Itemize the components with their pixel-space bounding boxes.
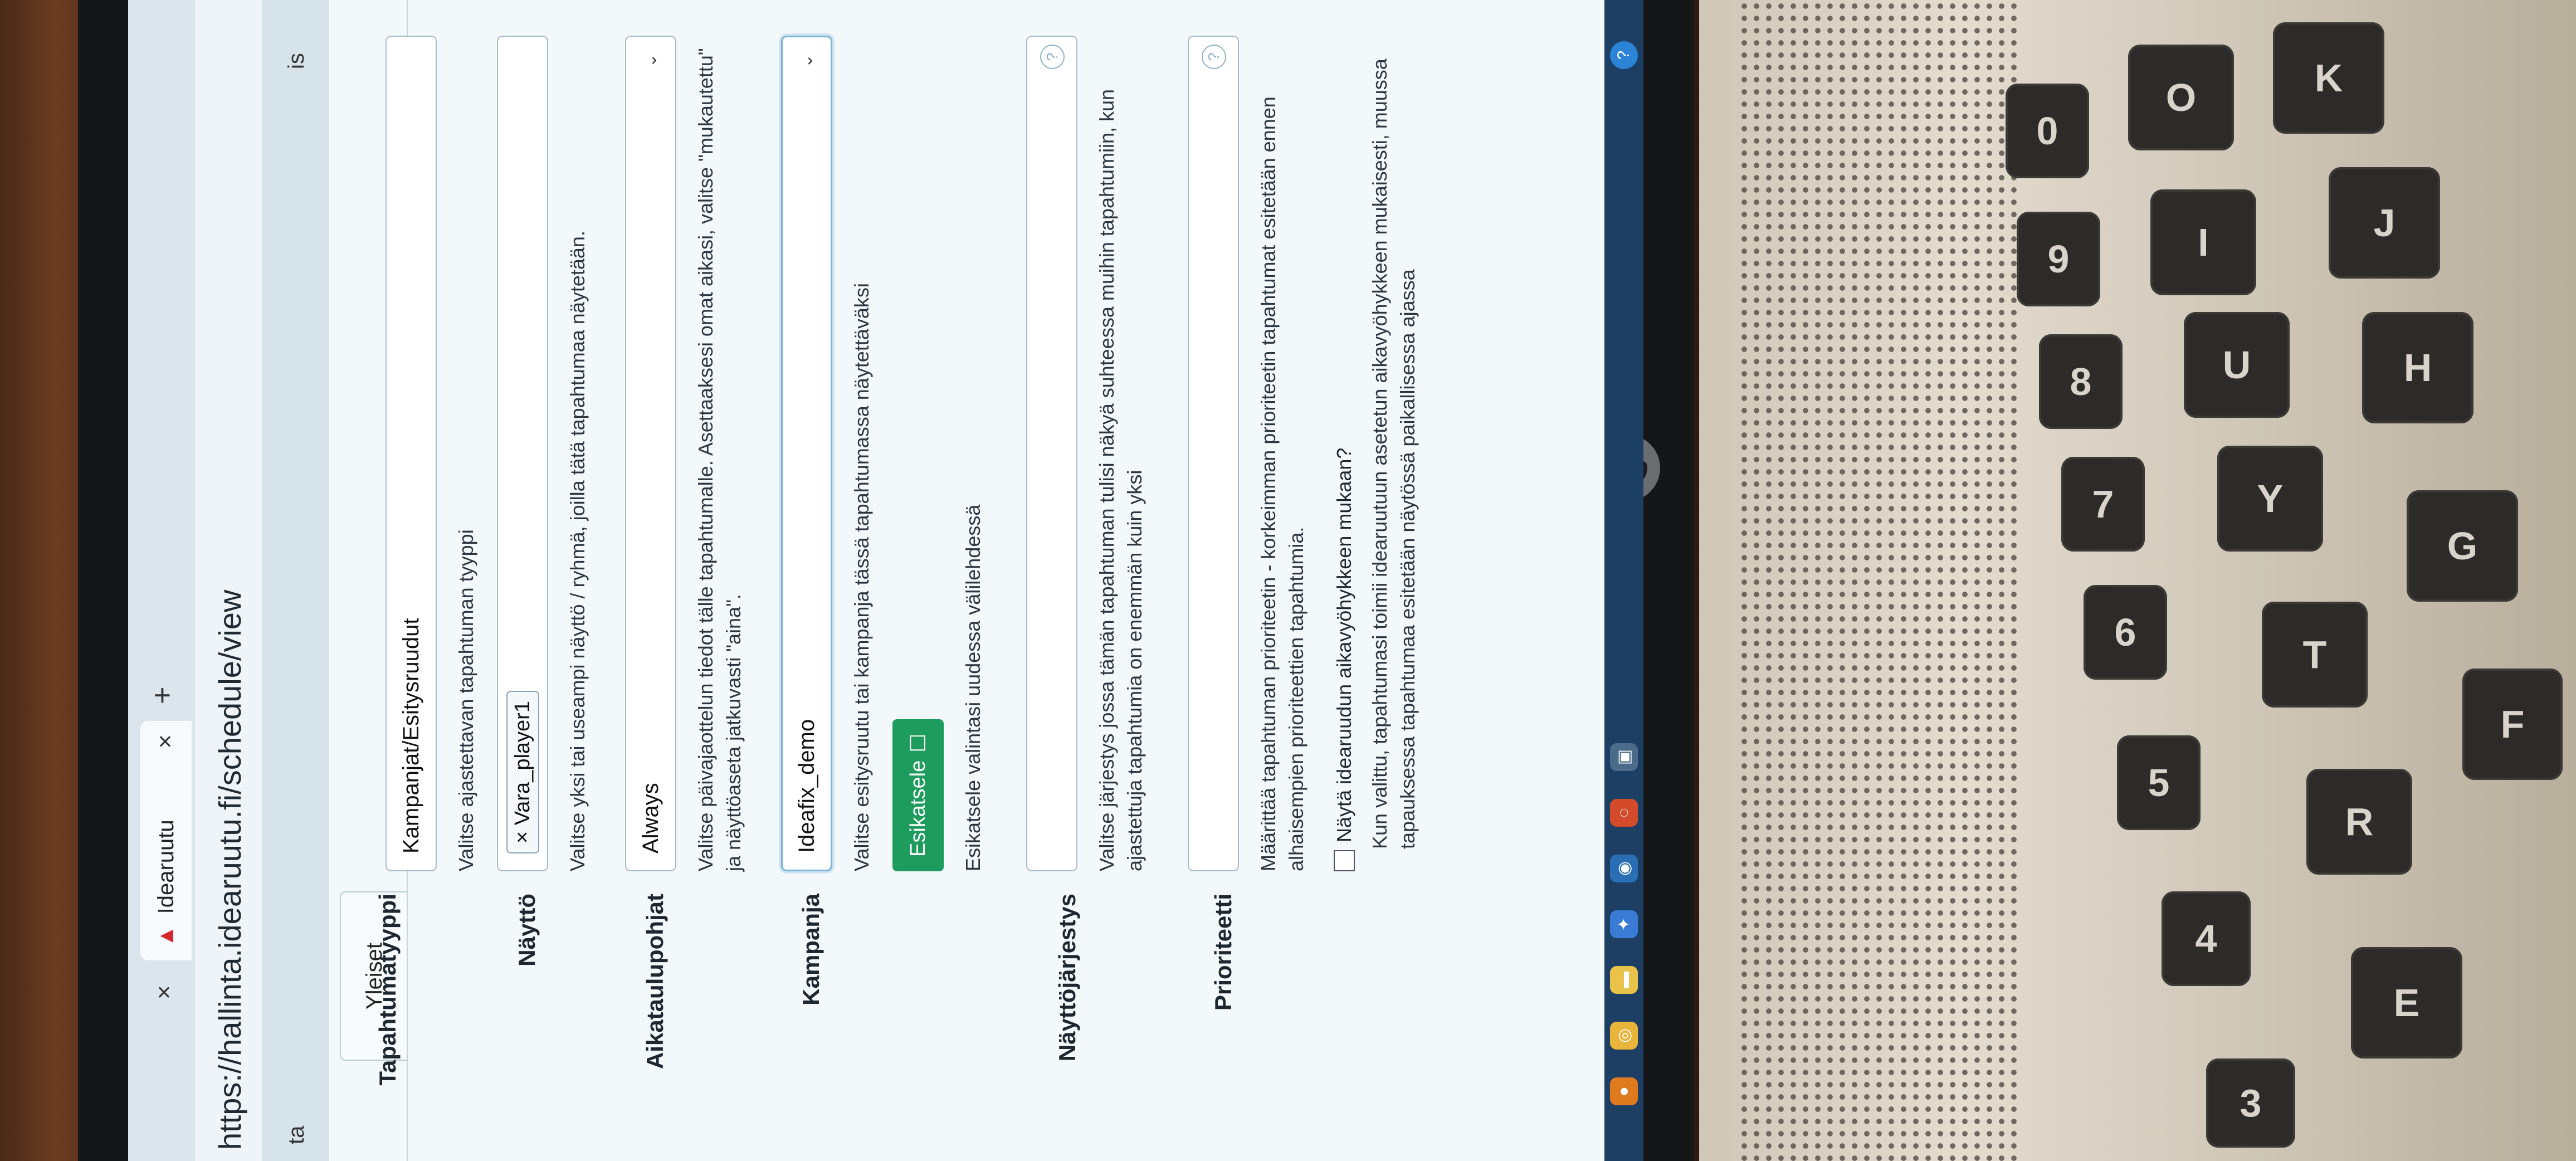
taskbar: ● ◎ ▬ ✦ ◉ ◌ ▣ ? [1604, 0, 1643, 1161]
sidebar: is ta [262, 0, 329, 1161]
schedule-template-value: Always [638, 783, 663, 853]
campaign-select[interactable]: Ideafix_demo ⌄ [781, 36, 832, 871]
keyboard-key[interactable]: 3 [2206, 1058, 2295, 1148]
browser-tab-bar: × ▲ Idearuutu × + [128, 0, 195, 1161]
event-type-label: Tapahtumatyyppi [374, 894, 401, 1086]
display-chip[interactable]: × Vara_player1 [506, 691, 539, 853]
help-icon[interactable]: ? [1202, 45, 1226, 69]
ubuntu-icon[interactable]: ◌ [1610, 799, 1638, 827]
event-type-value: Kampanjat/Esitysruudut [398, 618, 423, 853]
help-icon[interactable]: ? [1610, 41, 1638, 69]
display-label: Näyttö [514, 894, 540, 967]
keyboard-key[interactable]: J [2329, 167, 2440, 279]
display-order-label: Näyttöjärjestys [1054, 894, 1080, 1062]
laptop-screen: × ▲ Idearuutu × + https://hallinta.idear… [128, 0, 1643, 1161]
display-help: Valitse yksi tai useampi näyttö / ryhmä,… [566, 231, 589, 871]
security-icon[interactable]: ◉ [1610, 855, 1638, 882]
keyboard-key[interactable]: I [2150, 189, 2256, 295]
chevron-down-icon: ⌄ [641, 53, 660, 68]
preview-help: Esikatsele valintasi uudessa välilehdess… [962, 504, 984, 871]
timezone-help: Kun valittu, tapahtumasi toimii idearuut… [1368, 58, 1419, 849]
keyboard-key[interactable]: T [2262, 602, 2368, 708]
external-link-icon: ☐ [906, 733, 930, 753]
schedule-template-label: Aikataulupohjat [642, 894, 668, 1070]
keyboard-key[interactable]: O [2128, 45, 2234, 150]
campaign-help: Valitse esitysruutu tai kampanja tässä t… [850, 283, 873, 871]
display-order-input[interactable] [1026, 36, 1077, 871]
priority-help: Määrittää tapahtuman prioriteetin - kork… [1257, 96, 1307, 871]
keyboard-key[interactable]: E [2351, 947, 2462, 1058]
chrome-icon[interactable]: ◎ [1610, 1022, 1638, 1050]
keyboard-key[interactable]: 8 [2039, 334, 2123, 429]
keyboard-key[interactable]: F [2462, 669, 2563, 780]
url-text[interactable]: https://hallinta.idearuutu.fi/schedule/v… [212, 590, 248, 1150]
keyboard-key[interactable]: Y [2217, 446, 2323, 552]
display-multiselect[interactable]: × Vara_player1 [497, 36, 548, 871]
browser-window: × ▲ Idearuutu × + https://hallinta.idear… [128, 0, 1643, 1161]
event-type-select[interactable]: Kampanjat/Esitysruudut [386, 36, 437, 871]
campaign-label: Kampanja [798, 894, 824, 1006]
preview-button-label: Esikatsele [906, 760, 930, 857]
sidebar-fragment: ta [284, 1125, 309, 1144]
event-type-help: Valitse ajastettavan tapahtuman tyyppi [455, 529, 477, 871]
priority-label: Prioriteetti [1210, 894, 1236, 1011]
schedule-template-help: Valitse päivajaottelun tiedot tälle tapa… [694, 48, 745, 871]
close-icon[interactable]: × [152, 734, 179, 749]
keyboard-key[interactable]: 9 [2017, 212, 2100, 306]
keyboard-key[interactable]: 4 [2162, 891, 2251, 986]
timezone-checkbox-label: Näytä idearuudun aikavyöhykkeen mukaan? [1333, 447, 1355, 842]
app-icon[interactable]: ▣ [1610, 743, 1638, 771]
app-icon[interactable]: ✦ [1610, 910, 1638, 938]
speaker-grille [1738, 0, 2017, 1161]
browser-tab-title: Idearuutu [153, 819, 178, 914]
main-content: Yleiset Tapahtumatyyppi Kampanjat/Esitys… [329, 0, 1643, 1161]
help-icon[interactable]: ? [1040, 45, 1065, 69]
keyboard-key[interactable]: G [2407, 490, 2518, 602]
keyboard-key[interactable]: 6 [2084, 585, 2167, 680]
keyboard-key[interactable]: 7 [2061, 457, 2145, 552]
favicon-icon: ▲ [153, 925, 178, 947]
chevron-down-icon: ⌄ [797, 54, 816, 69]
keyboard-key[interactable]: H [2362, 312, 2473, 423]
schedule-form: Tapahtumatyyppi Kampanjat/Esitysruudut V… [374, 0, 1419, 1161]
preview-button[interactable]: Esikatsele ☐ [892, 719, 944, 871]
address-bar[interactable]: https://hallinta.idearuutu.fi/schedule/v… [195, 0, 263, 1161]
timezone-checkbox[interactable] [1334, 850, 1355, 871]
keyboard-key[interactable]: R [2306, 769, 2412, 875]
keyboard-key[interactable]: 0 [2006, 84, 2089, 178]
schedule-template-select[interactable]: Always ⌄ [625, 36, 676, 871]
priority-input[interactable] [1188, 36, 1239, 871]
keyboard-key[interactable]: K [2273, 22, 2384, 134]
browser-tab[interactable]: ▲ Idearuutu × [140, 721, 192, 960]
keyboard-key[interactable]: 5 [2117, 735, 2201, 830]
timezone-checkbox-row[interactable]: Näytä idearuudun aikavyöhykkeen mukaan? [1333, 448, 1356, 871]
keyboard-key[interactable]: U [2184, 312, 2290, 418]
firefox-icon[interactable]: ● [1610, 1077, 1638, 1105]
new-tab-button[interactable]: + [145, 686, 179, 704]
folder-icon[interactable]: ▬ [1610, 966, 1638, 994]
display-order-help: Valitse järjestys jossa tämän tapahtuman… [1095, 89, 1146, 871]
sidebar-fragment: is [284, 53, 309, 69]
campaign-value: Ideafix_demo [794, 719, 819, 853]
close-icon[interactable]: × [150, 985, 178, 999]
